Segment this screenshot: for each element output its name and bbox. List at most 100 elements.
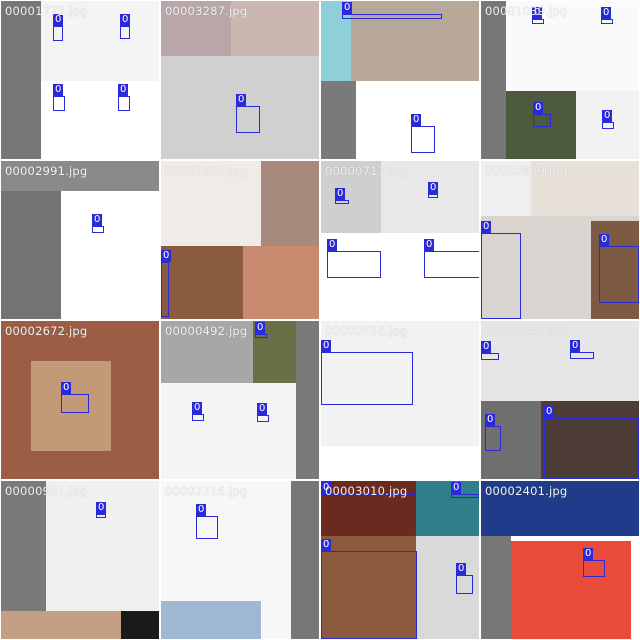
tile-filename: 00001039.jpg	[485, 4, 568, 18]
detection-class-label: 0	[327, 239, 338, 251]
photo-region	[61, 191, 159, 319]
photo-region	[291, 481, 319, 639]
image-tile: 0 00002672.jpg	[1, 321, 159, 479]
detection-class-label: 0	[192, 402, 203, 414]
detection-class-label: 0	[451, 482, 462, 494]
tile-filename: 00001561.jpg	[165, 164, 248, 178]
image-tile: 00	[321, 1, 479, 159]
tile-filename: 00000492.jpg	[165, 324, 248, 338]
detection-box: 0	[236, 94, 260, 133]
tile-filename: 00000901.jpg	[5, 484, 88, 498]
tile-filename: 00000717.jpg	[325, 164, 408, 178]
photo-region	[296, 321, 319, 479]
detection-class-label: 0	[481, 221, 492, 233]
detection-class-label: 0	[335, 188, 346, 200]
image-tile: 0 0 0 00000492.jpg	[161, 321, 319, 479]
detection-class-label: 0	[53, 84, 64, 96]
image-tile: 0 00000056.jpg	[321, 321, 479, 479]
tile-filename: 00001772.jpg	[5, 4, 88, 18]
detection-box: 0	[342, 2, 442, 19]
tile-filename: 00000899.jpg	[485, 164, 568, 178]
detection-class-label: 0	[321, 340, 332, 352]
photo-region	[161, 246, 243, 319]
tile-filename: 00002216.jpg	[165, 484, 248, 498]
detection-class-label: 0	[120, 14, 131, 26]
detection-class-label: 0	[456, 563, 467, 575]
detection-class-label: 0	[533, 102, 544, 114]
photo-region	[481, 536, 511, 639]
detection-class-label: 0	[544, 406, 555, 418]
detection-class-label: 0	[411, 114, 422, 126]
detection-box: 0	[599, 234, 639, 303]
detection-class-label: 0	[485, 414, 496, 426]
photo-region	[351, 1, 479, 81]
detection-box: 0	[255, 322, 267, 338]
detection-box: 0	[583, 548, 605, 577]
image-tile: 0 0 0 0 00003010.jpg	[321, 481, 479, 639]
photo-region	[481, 1, 506, 159]
detection-box: 0	[120, 14, 131, 39]
detection-box: 0	[485, 414, 501, 451]
image-tile: 0 0 00000899.jpg	[481, 161, 639, 319]
detection-box: 0	[321, 539, 417, 639]
detection-box: 0	[481, 221, 521, 319]
detection-class-label: 0	[570, 340, 581, 352]
photo-region	[321, 446, 479, 479]
detection-box: 0	[53, 84, 65, 111]
image-tile: 0 00000901.jpg	[1, 481, 159, 639]
detection-box: 0	[192, 402, 204, 421]
detection-box: 0	[424, 239, 479, 278]
photo-region	[511, 541, 631, 639]
detection-box: 0	[118, 84, 130, 111]
detection-class-label: 0	[118, 84, 129, 96]
detection-class-label: 0	[236, 94, 247, 106]
tile-filename: 00001547.jpg	[485, 324, 568, 338]
tile-filename: 00000056.jpg	[325, 324, 408, 338]
photo-region	[1, 1, 41, 159]
detection-class-label: 0	[481, 341, 492, 353]
detection-box: 0	[196, 504, 218, 539]
detection-class-label: 0	[321, 539, 332, 551]
detection-class-label: 0	[161, 250, 172, 262]
tile-filename: 00002672.jpg	[5, 324, 88, 338]
detection-box: 0	[544, 406, 639, 479]
tile-filename: 00003287.jpg	[165, 4, 248, 18]
detection-box: 0	[321, 482, 416, 536]
detection-box: 0	[601, 7, 613, 24]
image-tile: 0 00001561.jpg	[161, 161, 319, 319]
detection-box: 0	[321, 340, 413, 405]
detection-class-label: 0	[599, 234, 610, 246]
detection-box: 0	[533, 102, 551, 127]
photo-region	[261, 161, 319, 246]
photo-region	[416, 481, 479, 536]
detection-class-label: 0	[601, 7, 612, 19]
detection-box: 0	[456, 563, 473, 594]
detection-box: 0	[335, 188, 349, 204]
detection-box: 0	[411, 114, 435, 153]
image-tile: 0000002991.jpg	[1, 161, 159, 319]
image-tile: 0 0 0 0 00000717.jpg	[321, 161, 479, 319]
detection-box: 0	[570, 340, 594, 359]
image-tile: 0 00003287.jpg	[161, 1, 319, 159]
detection-class-label: 0	[257, 403, 268, 415]
photo-region	[161, 383, 296, 479]
detection-class-label: 0	[428, 182, 439, 194]
detection-class-label: 0	[96, 502, 107, 514]
detection-class-label: 0	[602, 110, 613, 122]
detection-box: 0	[428, 182, 439, 198]
detection-box: 0	[481, 341, 499, 360]
detection-box: 0	[532, 7, 544, 24]
tile-filename: 00002991.jpg	[5, 164, 88, 178]
photo-region	[321, 81, 356, 159]
detection-box: 0	[257, 403, 269, 422]
image-tile: 0 0 0 0 00001547.jpg	[481, 321, 639, 479]
image-tile: 0 00002216.jpg	[161, 481, 319, 639]
detection-box: 0	[61, 382, 89, 413]
photo-region	[161, 601, 261, 639]
detection-box: 0	[92, 214, 104, 233]
detection-box: 0	[602, 110, 614, 129]
photo-region	[46, 481, 159, 611]
detection-box: 0	[161, 250, 172, 317]
detection-class-label: 0	[61, 382, 72, 394]
image-tile: 0 00002401.jpg	[481, 481, 639, 639]
